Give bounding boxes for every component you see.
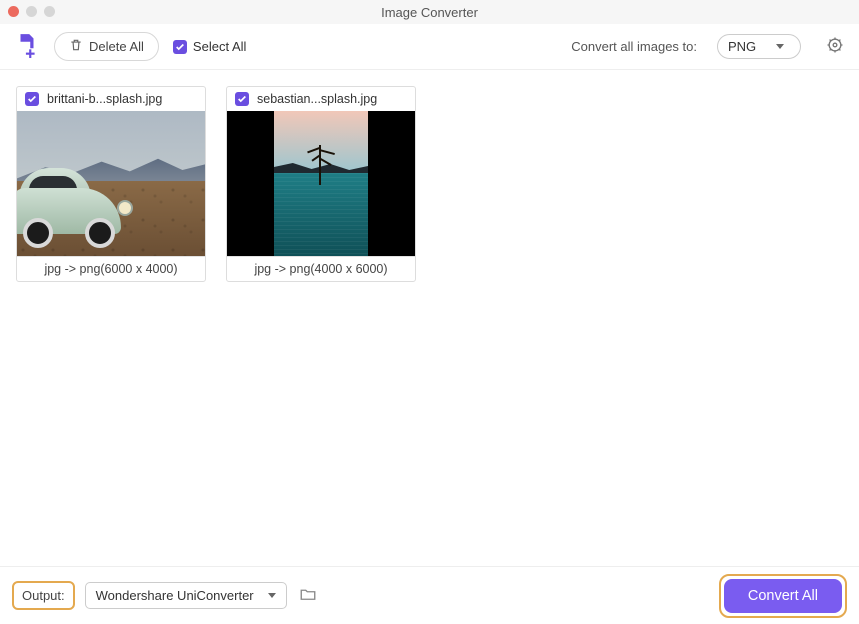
bottom-bar: Output: Wondershare UniConverter Convert… <box>0 566 859 624</box>
close-window-icon[interactable] <box>8 6 19 17</box>
toolbar: Delete All Select All Convert all images… <box>0 24 859 70</box>
zoom-window-icon[interactable] <box>44 6 55 17</box>
window-controls <box>8 6 55 17</box>
convert-all-highlight: Convert All <box>719 574 847 618</box>
delete-all-button[interactable]: Delete All <box>54 32 159 61</box>
filename-label: brittani-b...splash.jpg <box>47 92 162 106</box>
trash-icon <box>69 38 83 55</box>
titlebar: Image Converter <box>0 0 859 24</box>
window-title: Image Converter <box>0 5 859 20</box>
open-folder-icon[interactable] <box>299 585 317 606</box>
output-label: Output: <box>12 581 75 610</box>
add-file-icon[interactable] <box>14 32 40 61</box>
output-path-select[interactable]: Wondershare UniConverter <box>85 582 287 609</box>
select-all-label: Select All <box>193 39 246 54</box>
thumbnail <box>227 111 415 256</box>
checkbox-checked-icon <box>173 40 187 54</box>
minimize-window-icon[interactable] <box>26 6 37 17</box>
item-checkbox[interactable] <box>25 92 39 106</box>
settings-icon[interactable] <box>825 35 845 58</box>
card-header: brittani-b...splash.jpg <box>17 87 205 111</box>
card-header: sebastian...splash.jpg <box>227 87 415 111</box>
chevron-down-icon <box>268 593 276 598</box>
thumbnail <box>17 111 205 256</box>
format-value: PNG <box>728 39 756 54</box>
conversion-info: jpg -> png(4000 x 6000) <box>227 256 415 281</box>
convert-to-label: Convert all images to: <box>571 39 697 54</box>
item-checkbox[interactable] <box>235 92 249 106</box>
image-grid: brittani-b...splash.jpg jpg -> png(6000 … <box>0 70 859 298</box>
conversion-info: jpg -> png(6000 x 4000) <box>17 256 205 281</box>
filename-label: sebastian...splash.jpg <box>257 92 377 106</box>
convert-all-button[interactable]: Convert All <box>724 579 842 613</box>
select-all-checkbox[interactable]: Select All <box>173 39 246 54</box>
format-select[interactable]: PNG <box>717 34 801 59</box>
convert-all-label: Convert All <box>748 588 818 604</box>
image-card[interactable]: brittani-b...splash.jpg jpg -> png(6000 … <box>16 86 206 282</box>
chevron-down-icon <box>776 44 784 49</box>
image-card[interactable]: sebastian...splash.jpg jpg -> png(4000 x… <box>226 86 416 282</box>
output-path-value: Wondershare UniConverter <box>96 588 254 603</box>
delete-all-label: Delete All <box>89 39 144 54</box>
